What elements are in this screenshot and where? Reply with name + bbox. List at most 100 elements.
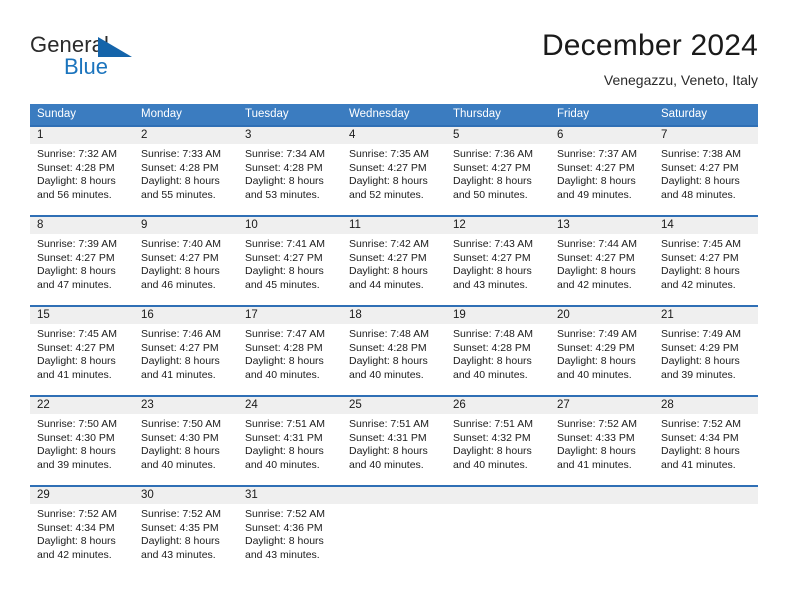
sunset-text: Sunset: 4:27 PM: [661, 161, 739, 174]
calendar-day-cell[interactable]: 26 Sunrise: 7:51 AM Sunset: 4:32 PM Dayligh…: [446, 395, 550, 485]
weekday-header-thursday: Thursday: [446, 104, 550, 125]
calendar-day-cell[interactable]: 13 Sunrise: 7:44 AM Sunset: 4:27 PM Dayligh…: [550, 215, 654, 305]
sunset-text: Sunset: 4:27 PM: [141, 341, 219, 354]
general-blue-logo[interactable]: General Blue: [30, 32, 210, 88]
calendar-day-cell[interactable]: 20 Sunrise: 7:49 AM Sunset: 4:29 PM Dayligh…: [550, 305, 654, 395]
sunrise-text: Sunrise: 7:45 AM: [661, 238, 741, 250]
day-number: 21: [654, 307, 758, 324]
day-cell-content: 15 Sunrise: 7:45 AM Sunset: 4:27 PM Dayligh…: [30, 305, 134, 395]
daylight-text-line2: and 40 minutes.: [453, 368, 528, 381]
day-number: 9: [134, 217, 238, 234]
daylight-text-line1: Daylight: 8 hours: [349, 175, 428, 187]
daylight-text-line2: and 53 minutes.: [245, 188, 320, 201]
day-number: 25: [342, 397, 446, 414]
calendar-week-row: 22 Sunrise: 7:50 AM Sunset: 4:30 PM Dayligh…: [30, 395, 758, 485]
day-cell-content: 11 Sunrise: 7:42 AM Sunset: 4:27 PM Dayligh…: [342, 215, 446, 305]
calendar-day-cell[interactable]: 25 Sunrise: 7:51 AM Sunset: 4:31 PM Dayligh…: [342, 395, 446, 485]
weekday-header-friday: Friday: [550, 104, 654, 125]
day-details: Sunrise: 7:46 AM Sunset: 4:27 PM Daylight:…: [134, 324, 238, 382]
calendar-day-cell[interactable]: 4 Sunrise: 7:35 AM Sunset: 4:27 PM Daylight…: [342, 125, 446, 215]
day-number: 19: [446, 307, 550, 324]
calendar-week-row: 1 Sunrise: 7:32 AM Sunset: 4:28 PM Daylight…: [30, 125, 758, 215]
day-details: Sunrise: 7:48 AM Sunset: 4:28 PM Daylight:…: [342, 324, 446, 382]
day-cell-content: 5 Sunrise: 7:36 AM Sunset: 4:27 PM Daylight…: [446, 125, 550, 215]
day-number: [446, 487, 550, 504]
daylight-text-line2: and 55 minutes.: [141, 188, 216, 201]
sunset-text: Sunset: 4:27 PM: [557, 161, 635, 174]
calendar-day-cell[interactable]: 30 Sunrise: 7:52 AM Sunset: 4:35 PM Dayligh…: [134, 485, 238, 575]
sunset-text: Sunset: 4:32 PM: [453, 431, 531, 444]
calendar-day-cell[interactable]: 5 Sunrise: 7:36 AM Sunset: 4:27 PM Daylight…: [446, 125, 550, 215]
day-cell-content: 2 Sunrise: 7:33 AM Sunset: 4:28 PM Daylight…: [134, 125, 238, 215]
calendar-day-cell[interactable]: 31 Sunrise: 7:52 AM Sunset: 4:36 PM Dayligh…: [238, 485, 342, 575]
daylight-text-line1: Daylight: 8 hours: [141, 355, 220, 367]
calendar-day-cell[interactable]: 7 Sunrise: 7:38 AM Sunset: 4:27 PM Daylight…: [654, 125, 758, 215]
day-number: 26: [446, 397, 550, 414]
sunrise-text: Sunrise: 7:50 AM: [141, 418, 221, 430]
daylight-text-line2: and 42 minutes.: [661, 278, 736, 291]
daylight-text-line1: Daylight: 8 hours: [557, 355, 636, 367]
daylight-text-line1: Daylight: 8 hours: [557, 445, 636, 457]
calendar-day-cell[interactable]: 12 Sunrise: 7:43 AM Sunset: 4:27 PM Dayligh…: [446, 215, 550, 305]
calendar-day-cell[interactable]: 1 Sunrise: 7:32 AM Sunset: 4:28 PM Daylight…: [30, 125, 134, 215]
day-details: Sunrise: 7:45 AM Sunset: 4:27 PM Daylight:…: [654, 234, 758, 292]
calendar-day-cell[interactable]: [342, 485, 446, 575]
day-details: Sunrise: 7:52 AM Sunset: 4:34 PM Daylight:…: [30, 504, 134, 562]
daylight-text-line1: Daylight: 8 hours: [37, 355, 116, 367]
day-number: 31: [238, 487, 342, 504]
calendar-day-cell[interactable]: 2 Sunrise: 7:33 AM Sunset: 4:28 PM Daylight…: [134, 125, 238, 215]
calendar-day-cell[interactable]: 18 Sunrise: 7:48 AM Sunset: 4:28 PM Dayligh…: [342, 305, 446, 395]
sunset-text: Sunset: 4:27 PM: [349, 251, 427, 264]
calendar-day-cell[interactable]: 22 Sunrise: 7:50 AM Sunset: 4:30 PM Dayligh…: [30, 395, 134, 485]
calendar-day-cell[interactable]: 11 Sunrise: 7:42 AM Sunset: 4:27 PM Dayligh…: [342, 215, 446, 305]
sunrise-sunset-calendar: Sunday Monday Tuesday Wednesday Thursday…: [30, 104, 758, 575]
daylight-text-line1: Daylight: 8 hours: [141, 445, 220, 457]
sunset-text: Sunset: 4:27 PM: [245, 251, 323, 264]
daylight-text-line1: Daylight: 8 hours: [661, 175, 740, 187]
calendar-day-cell[interactable]: 10 Sunrise: 7:41 AM Sunset: 4:27 PM Dayligh…: [238, 215, 342, 305]
page-title: December 2024: [541, 29, 758, 62]
calendar-day-cell[interactable]: 24 Sunrise: 7:51 AM Sunset: 4:31 PM Dayligh…: [238, 395, 342, 485]
calendar-day-cell[interactable]: 29 Sunrise: 7:52 AM Sunset: 4:34 PM Dayligh…: [30, 485, 134, 575]
daylight-text-line2: and 45 minutes.: [245, 278, 320, 291]
daylight-text-line1: Daylight: 8 hours: [37, 535, 116, 547]
day-details: Sunrise: 7:50 AM Sunset: 4:30 PM Daylight:…: [30, 414, 134, 472]
day-cell-content: 4 Sunrise: 7:35 AM Sunset: 4:27 PM Daylight…: [342, 125, 446, 215]
calendar-day-cell[interactable]: [550, 485, 654, 575]
calendar-day-cell[interactable]: 3 Sunrise: 7:34 AM Sunset: 4:28 PM Daylight…: [238, 125, 342, 215]
daylight-text-line2: and 39 minutes.: [661, 368, 736, 381]
calendar-day-cell[interactable]: 19 Sunrise: 7:48 AM Sunset: 4:28 PM Dayligh…: [446, 305, 550, 395]
day-details: Sunrise: 7:32 AM Sunset: 4:28 PM Daylight:…: [30, 144, 134, 202]
daylight-text-line2: and 42 minutes.: [557, 278, 632, 291]
calendar-day-cell[interactable]: 16 Sunrise: 7:46 AM Sunset: 4:27 PM Dayligh…: [134, 305, 238, 395]
calendar-day-cell[interactable]: [654, 485, 758, 575]
sunrise-text: Sunrise: 7:50 AM: [37, 418, 117, 430]
day-cell-empty: [446, 485, 550, 575]
daylight-text-line1: Daylight: 8 hours: [661, 265, 740, 277]
calendar-day-cell[interactable]: 15 Sunrise: 7:45 AM Sunset: 4:27 PM Dayligh…: [30, 305, 134, 395]
calendar-day-cell[interactable]: 6 Sunrise: 7:37 AM Sunset: 4:27 PM Daylight…: [550, 125, 654, 215]
calendar-day-cell[interactable]: 17 Sunrise: 7:47 AM Sunset: 4:28 PM Dayligh…: [238, 305, 342, 395]
calendar-day-cell[interactable]: 8 Sunrise: 7:39 AM Sunset: 4:27 PM Daylight…: [30, 215, 134, 305]
weekday-header-wednesday: Wednesday: [342, 104, 446, 125]
calendar-day-cell[interactable]: 27 Sunrise: 7:52 AM Sunset: 4:33 PM Dayligh…: [550, 395, 654, 485]
sunset-text: Sunset: 4:28 PM: [453, 341, 531, 354]
sunset-text: Sunset: 4:27 PM: [661, 251, 739, 264]
sunrise-text: Sunrise: 7:36 AM: [453, 148, 533, 160]
calendar-day-cell[interactable]: 21 Sunrise: 7:49 AM Sunset: 4:29 PM Dayligh…: [654, 305, 758, 395]
day-cell-content: 19 Sunrise: 7:48 AM Sunset: 4:28 PM Dayligh…: [446, 305, 550, 395]
sunset-text: Sunset: 4:34 PM: [37, 521, 115, 534]
calendar-week-row: 15 Sunrise: 7:45 AM Sunset: 4:27 PM Dayligh…: [30, 305, 758, 395]
day-number: 7: [654, 127, 758, 144]
day-number: 5: [446, 127, 550, 144]
sunrise-text: Sunrise: 7:34 AM: [245, 148, 325, 160]
day-cell-content: 13 Sunrise: 7:44 AM Sunset: 4:27 PM Dayligh…: [550, 215, 654, 305]
daylight-text-line2: and 40 minutes.: [245, 458, 320, 471]
calendar-day-cell[interactable]: 23 Sunrise: 7:50 AM Sunset: 4:30 PM Dayligh…: [134, 395, 238, 485]
calendar-day-cell[interactable]: 28 Sunrise: 7:52 AM Sunset: 4:34 PM Dayligh…: [654, 395, 758, 485]
sunset-text: Sunset: 4:27 PM: [453, 251, 531, 264]
calendar-day-cell[interactable]: [446, 485, 550, 575]
day-cell-content: 28 Sunrise: 7:52 AM Sunset: 4:34 PM Dayligh…: [654, 395, 758, 485]
calendar-day-cell[interactable]: 9 Sunrise: 7:40 AM Sunset: 4:27 PM Daylight…: [134, 215, 238, 305]
calendar-day-cell[interactable]: 14 Sunrise: 7:45 AM Sunset: 4:27 PM Dayligh…: [654, 215, 758, 305]
